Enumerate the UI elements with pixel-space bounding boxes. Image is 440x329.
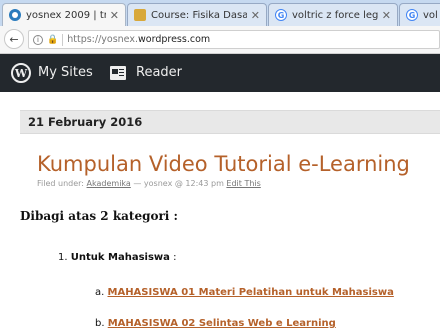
close-icon[interactable]: ✕: [382, 9, 391, 22]
info-icon[interactable]: i: [33, 34, 43, 45]
category-number: 1.: [58, 252, 68, 263]
url-domain: wordpress.com: [138, 34, 211, 45]
close-icon[interactable]: ✕: [110, 9, 119, 22]
list-item: a. MAHASISWA 01 Materi Pelatihan untuk M…: [95, 287, 394, 298]
wordpress-logo-icon[interactable]: W: [11, 63, 31, 83]
address-bar-row: ← i 🔒 https://yosnex. wordpress.com: [0, 26, 440, 54]
meta-prefix: Filed under:: [37, 179, 84, 188]
document-icon: [134, 9, 146, 21]
lock-icon: 🔒: [47, 34, 59, 45]
edit-this-link[interactable]: Edit This: [226, 179, 260, 188]
tab-voltric-2[interactable]: G voltric: [399, 3, 440, 26]
back-button[interactable]: ←: [4, 29, 24, 49]
divider: [62, 33, 64, 46]
tab-yosnex[interactable]: yosnex 2009 | tran... ✕: [2, 3, 126, 26]
tab-label: Course: Fisika Dasar: [151, 9, 247, 21]
reader-link[interactable]: Reader: [136, 65, 182, 80]
google-icon: G: [406, 9, 418, 21]
tab-label: voltric z force lege...: [292, 9, 378, 21]
list-item: b. MAHASISWA 02 Selintas Web e Learning: [95, 318, 336, 329]
wordpress-icon: [9, 9, 21, 21]
link-mahasiswa-01[interactable]: MAHASISWA 01 Materi Pelatihan untuk Maha…: [108, 287, 394, 298]
tab-label: yosnex 2009 | tran...: [26, 9, 106, 21]
wp-admin-bar: W My Sites Reader: [0, 54, 440, 92]
item-letter: a.: [95, 287, 105, 298]
tab-label: voltric: [423, 9, 437, 21]
post-title[interactable]: Kumpulan Video Tutorial e-Learning: [37, 152, 410, 176]
url-field[interactable]: i 🔒 https://yosnex. wordpress.com: [28, 30, 440, 49]
browser-tab-strip: yosnex 2009 | tran... ✕ Course: Fisika D…: [0, 0, 440, 26]
post-content: 21 February 2016 Kumpulan Video Tutorial…: [0, 92, 440, 329]
category-suffix: :: [173, 252, 177, 263]
tab-voltric-1[interactable]: G voltric z force lege... ✕: [268, 3, 398, 26]
category-item-1: 1. Untuk Mahasiswa :: [58, 252, 176, 263]
post-meta: Filed under: Akademika — yosnex @ 12:43 …: [37, 179, 261, 188]
item-letter: b.: [95, 318, 105, 329]
post-subheading: Dibagi atas 2 kategori :: [20, 209, 178, 223]
close-icon[interactable]: ✕: [251, 9, 260, 22]
meta-author: — yosnex @ 12:43 pm: [133, 179, 224, 188]
post-date: 21 February 2016: [28, 115, 143, 129]
category-name: Untuk Mahasiswa: [70, 252, 170, 263]
category-link[interactable]: Akademika: [87, 179, 131, 188]
tab-course-fisika[interactable]: Course: Fisika Dasar ✕: [127, 3, 267, 26]
google-icon: G: [275, 9, 287, 21]
url-prefix: https://yosnex.: [67, 34, 138, 45]
my-sites-link[interactable]: My Sites: [38, 65, 93, 80]
date-band: 21 February 2016: [20, 110, 440, 134]
reader-icon[interactable]: [110, 66, 126, 80]
link-mahasiswa-02[interactable]: MAHASISWA 02 Selintas Web e Learning: [108, 318, 336, 329]
